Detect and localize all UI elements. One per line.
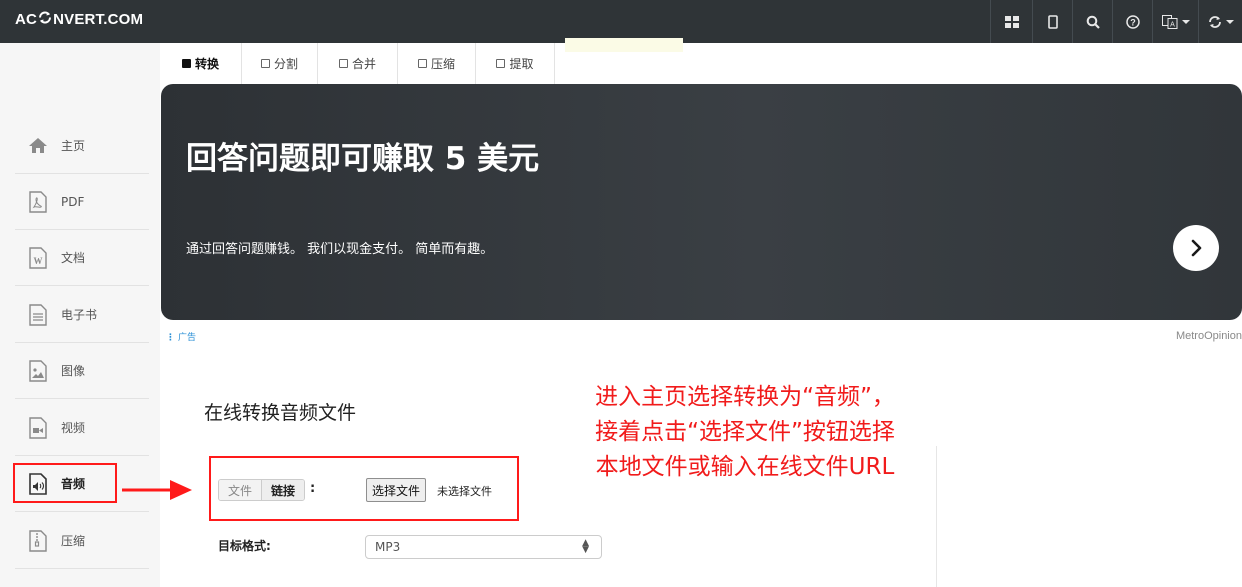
- checkbox-icon: [496, 59, 506, 68]
- svg-text:?: ?: [1130, 17, 1136, 27]
- sidebar-item-label: 压缩: [61, 534, 86, 548]
- checkbox-icon: [260, 59, 270, 68]
- logo-text-right: NVERT.COM: [53, 11, 144, 28]
- tab-merge[interactable]: 合并: [318, 43, 398, 84]
- sidebar-item-ebook[interactable]: 电子书: [15, 287, 149, 343]
- sidebar-item-video[interactable]: 视频: [15, 400, 149, 456]
- sidebar-item-label: 图像: [61, 364, 86, 378]
- ad-label[interactable]: ⋮ 广告: [166, 330, 196, 343]
- annotation-line: 进入主页选择转换为“音频”，: [595, 384, 895, 410]
- ebook-file-icon: [27, 303, 49, 327]
- tab-label: 合并: [351, 57, 376, 71]
- target-format-label: 目标格式:: [218, 539, 271, 553]
- ad-brand[interactable]: MetroOpinion: [1176, 330, 1242, 342]
- search-icon[interactable]: [1072, 0, 1112, 43]
- language-icon[interactable]: A: [1152, 0, 1198, 43]
- sync-icon[interactable]: [1198, 0, 1242, 43]
- more-vertical-icon: ⋮: [166, 333, 175, 343]
- home-icon: [27, 134, 49, 158]
- checkbox-filled-icon: [181, 59, 191, 68]
- tab-label: 压缩: [430, 57, 455, 71]
- help-icon[interactable]: ?: [1112, 0, 1152, 43]
- annotation-highlight-audio: [13, 463, 117, 503]
- checkbox-icon: [338, 59, 348, 68]
- grid-icon[interactable]: [990, 0, 1032, 43]
- chevron-right-icon: [1191, 239, 1202, 257]
- sidebar-item-pdf[interactable]: PDF: [15, 174, 149, 230]
- tab-extract[interactable]: 提取: [476, 43, 555, 84]
- tab-convert[interactable]: 转换: [160, 43, 242, 84]
- sidebar-item-image[interactable]: 图像: [15, 343, 149, 399]
- tab-compress[interactable]: 压缩: [398, 43, 476, 84]
- target-format-select[interactable]: MP3 ▲ ▼: [365, 535, 602, 559]
- sidebar-item-label: 文档: [61, 251, 86, 265]
- sidebar-item-label: 电子书: [61, 308, 98, 322]
- pdf-file-icon: [27, 190, 49, 214]
- logo-text-left: AC: [15, 11, 38, 28]
- logo-sync-icon: [38, 11, 52, 28]
- video-file-icon: [27, 416, 49, 440]
- sidebar-item-document[interactable]: W 文档: [15, 230, 149, 286]
- tab-split[interactable]: 分割: [242, 43, 318, 84]
- annotation-highlight-file-input: [209, 456, 519, 521]
- tablet-icon[interactable]: [1032, 0, 1072, 43]
- select-arrows-icon: ▲ ▼: [582, 538, 589, 555]
- annotation-line: 接着点击“选择文件”按钮选择: [595, 419, 895, 445]
- sidebar-item-label: 主页: [61, 139, 86, 153]
- sidebar-item-label: 视频: [61, 421, 86, 435]
- top-navbar: AC NVERT.COM ? A: [0, 0, 1242, 43]
- sidebar-item-home[interactable]: 主页: [15, 118, 149, 174]
- tab-bar-ghost: [565, 38, 683, 52]
- archive-file-icon: [27, 529, 49, 553]
- ad-banner[interactable]: 回答问题即可赚取 5 美元 通过回答问题赚钱。 我们以现金支付。 简单而有趣。: [161, 84, 1242, 320]
- banner-subtitle: 通过回答问题赚钱。 我们以现金支付。 简单而有趣。: [186, 242, 494, 257]
- top-nav-icons: ? A: [990, 0, 1242, 43]
- sidebar-item-archive[interactable]: 压缩: [15, 513, 149, 569]
- tab-label: 转换: [194, 57, 219, 71]
- checkbox-icon: [417, 59, 427, 68]
- app-root: AC NVERT.COM ? A 主页 PDF W 文档 电子书 图像 视频 音…: [0, 0, 1242, 587]
- svg-text:W: W: [34, 256, 43, 266]
- tab-label: 分割: [273, 57, 298, 71]
- sidebar: 主页 PDF W 文档 电子书 图像 视频 音频 压缩: [0, 43, 160, 587]
- target-format-value: MP3: [375, 540, 401, 554]
- sidebar-item-label: PDF: [61, 194, 85, 209]
- svg-text:A: A: [1170, 21, 1175, 28]
- annotation-arrow-icon: [122, 480, 192, 500]
- tab-label: 提取: [509, 57, 534, 71]
- word-file-icon: W: [27, 246, 49, 270]
- banner-title: 回答问题即可赚取 5 美元: [186, 141, 540, 177]
- operation-tabs: 转换 分割 合并 压缩 提取: [160, 43, 555, 84]
- page-title: 在线转换音频文件: [204, 402, 357, 424]
- banner-next-button[interactable]: [1173, 225, 1219, 271]
- image-file-icon: [27, 359, 49, 383]
- site-logo[interactable]: AC NVERT.COM: [15, 11, 143, 28]
